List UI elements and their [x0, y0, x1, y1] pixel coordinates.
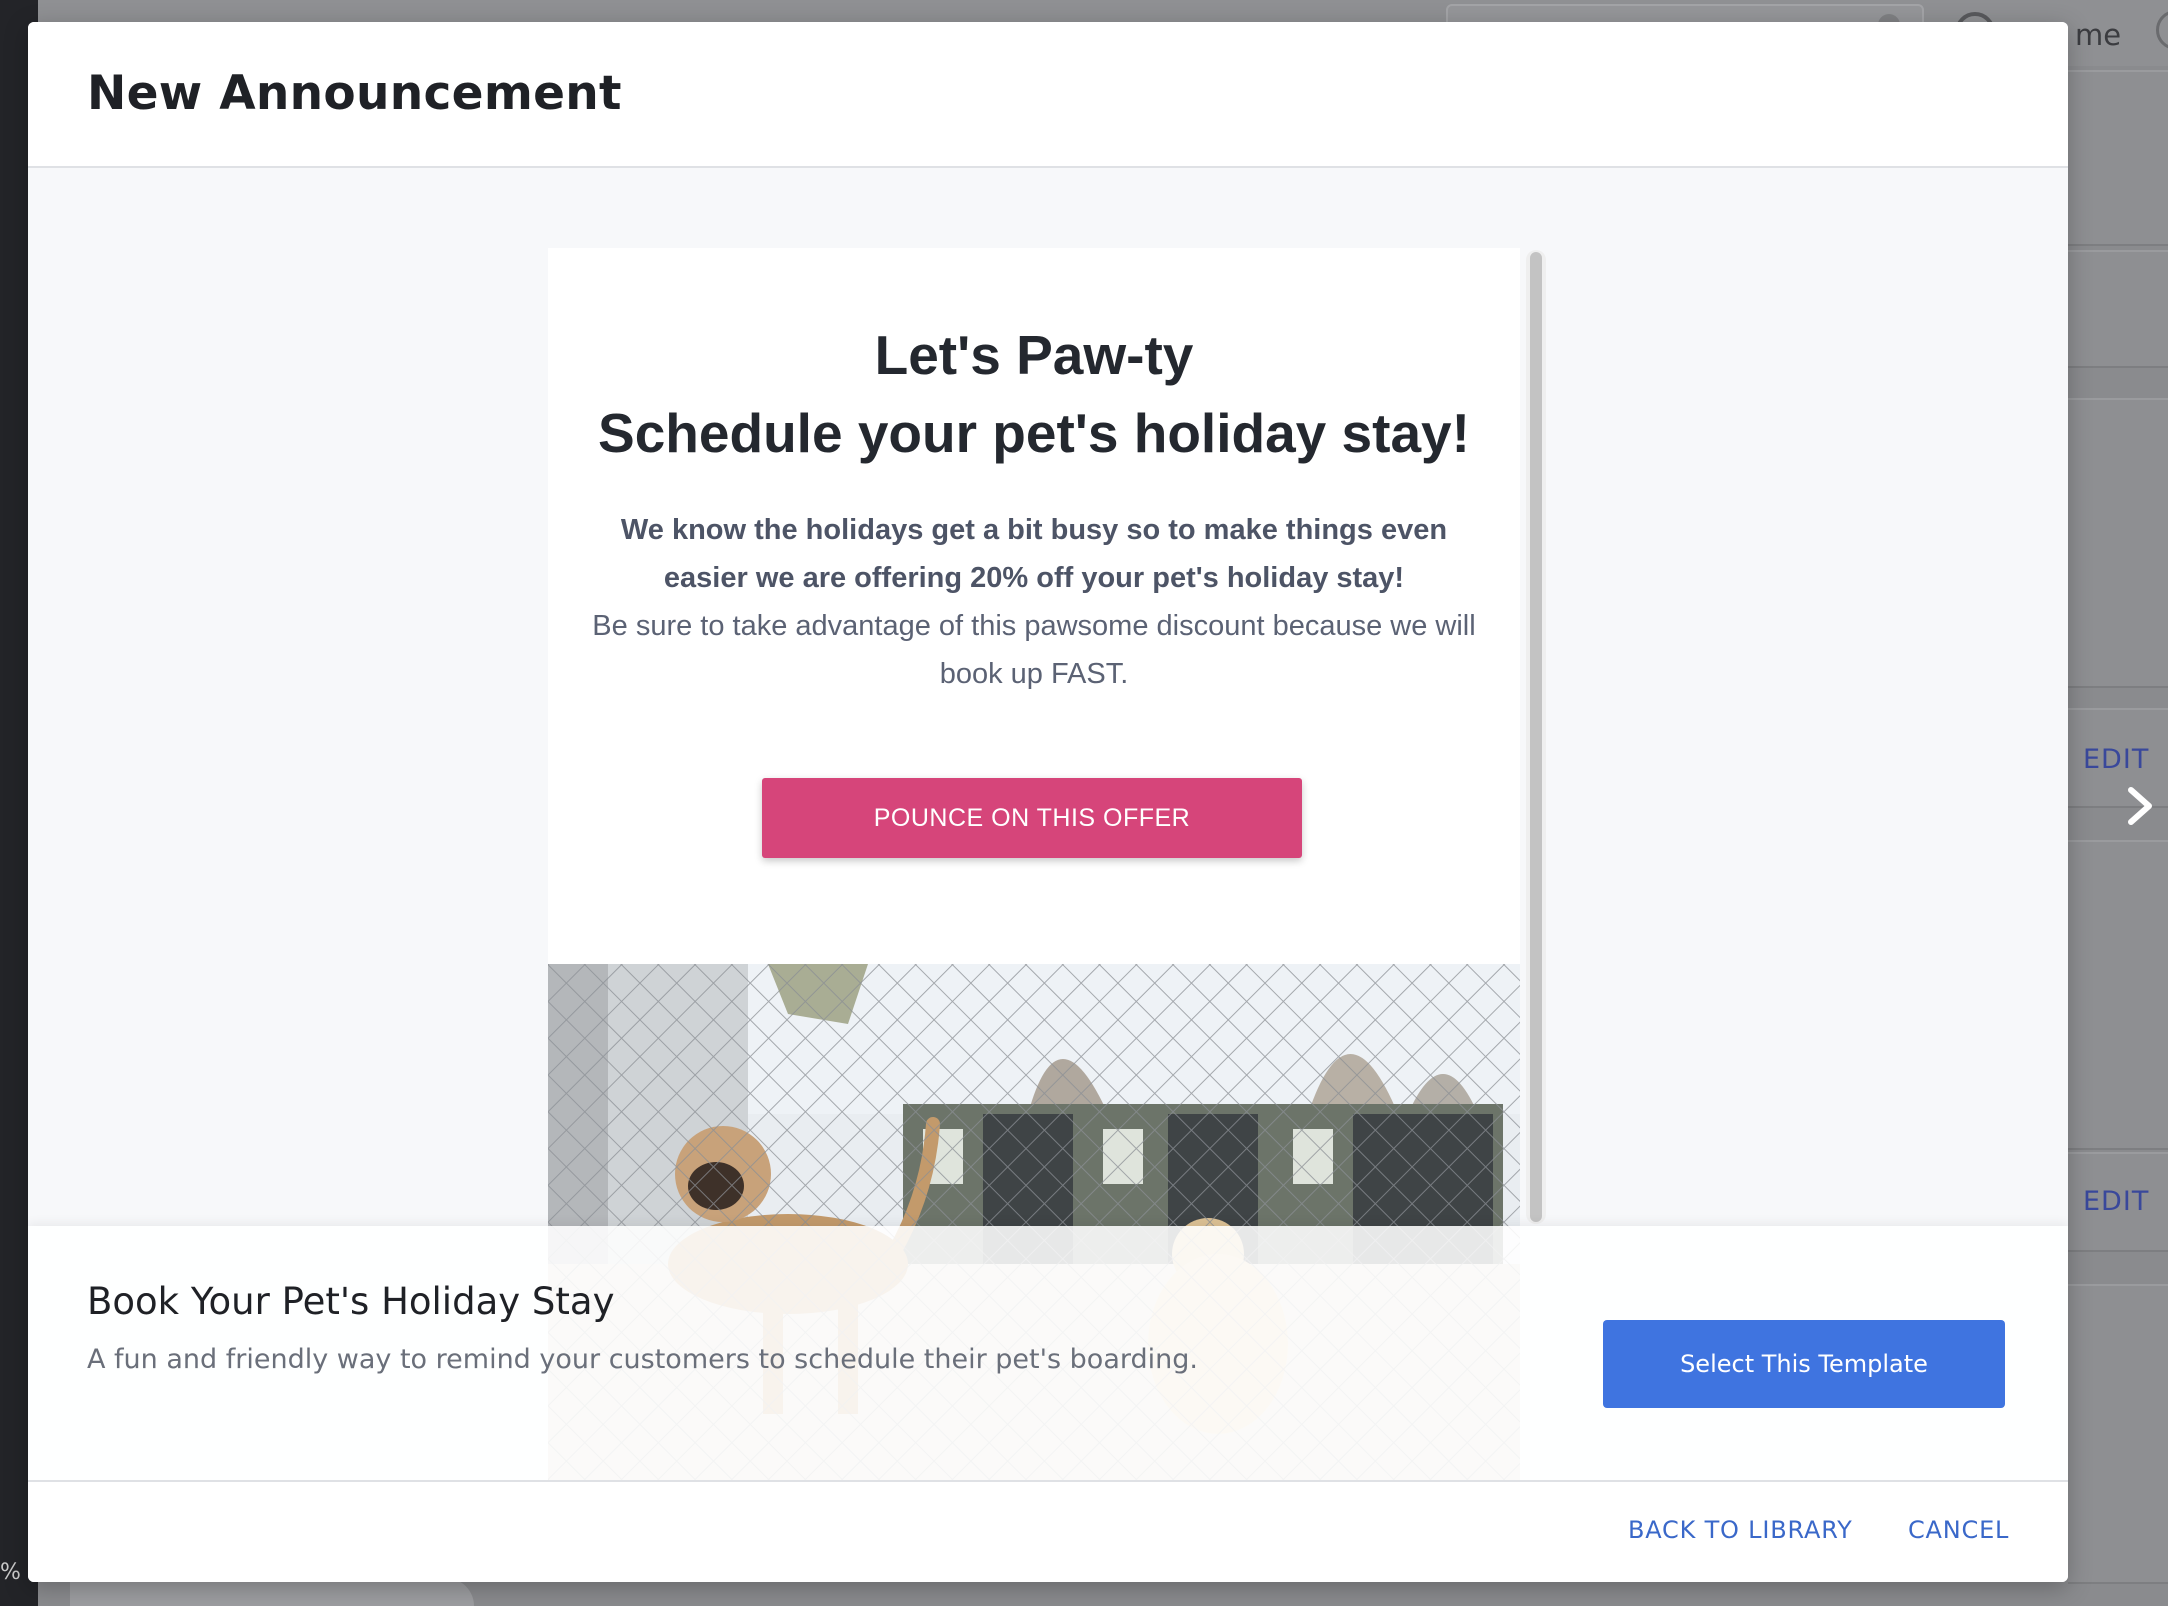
- preview-headline-line2: Schedule your pet's holiday stay!: [598, 402, 1470, 464]
- modal-title: New Announcement: [87, 66, 622, 121]
- select-template-button[interactable]: Select This Template: [1603, 1320, 2005, 1408]
- cancel-button[interactable]: CANCEL: [1908, 1516, 2009, 1544]
- back-to-library-button[interactable]: BACK TO LIBRARY: [1628, 1516, 1853, 1544]
- background-panel: [2068, 70, 2168, 246]
- preview-headline: Let's Paw-ty Schedule your pet's holiday…: [548, 316, 1520, 472]
- background-panel: [2068, 250, 2168, 368]
- background-panel: [2068, 840, 2168, 1150]
- modal-footer: BACK TO LIBRARY CANCEL: [28, 1480, 2068, 1582]
- pounce-offer-button[interactable]: POUNCE ON THIS OFFER: [762, 778, 1302, 858]
- modal-header: New Announcement: [28, 22, 2068, 168]
- background-card-fragment: [70, 1578, 474, 1606]
- template-name: Book Your Pet's Holiday Stay: [87, 1280, 615, 1323]
- chevron-right-icon: [2128, 787, 2152, 825]
- template-info-panel: Book Your Pet's Holiday Stay A fun and f…: [28, 1226, 2068, 1480]
- preview-body: We know the holidays get a bit busy so t…: [578, 506, 1490, 698]
- background-edit-link: EDIT: [2083, 744, 2150, 775]
- background-panel: [2068, 398, 2168, 688]
- preview-body-text: Be sure to take advantage of this pawsom…: [592, 610, 1476, 690]
- preview-scrollbar[interactable]: [1526, 250, 1546, 1224]
- template-description: A fun and friendly way to remind your cu…: [87, 1344, 1198, 1375]
- preview-headline-line1: Let's Paw-ty: [874, 324, 1194, 386]
- preview-scrollbar-thumb[interactable]: [1530, 252, 1542, 1222]
- new-announcement-modal: New Announcement Let's Paw-ty Schedule y…: [28, 22, 2068, 1582]
- background-edit-link: EDIT: [2083, 1186, 2150, 1217]
- background-left-text: %: [0, 1560, 21, 1585]
- background-panel: [2068, 1284, 2168, 1584]
- preview-body-bold: We know the holidays get a bit busy so t…: [620, 514, 1448, 594]
- background-user-name: me: [2075, 18, 2122, 52]
